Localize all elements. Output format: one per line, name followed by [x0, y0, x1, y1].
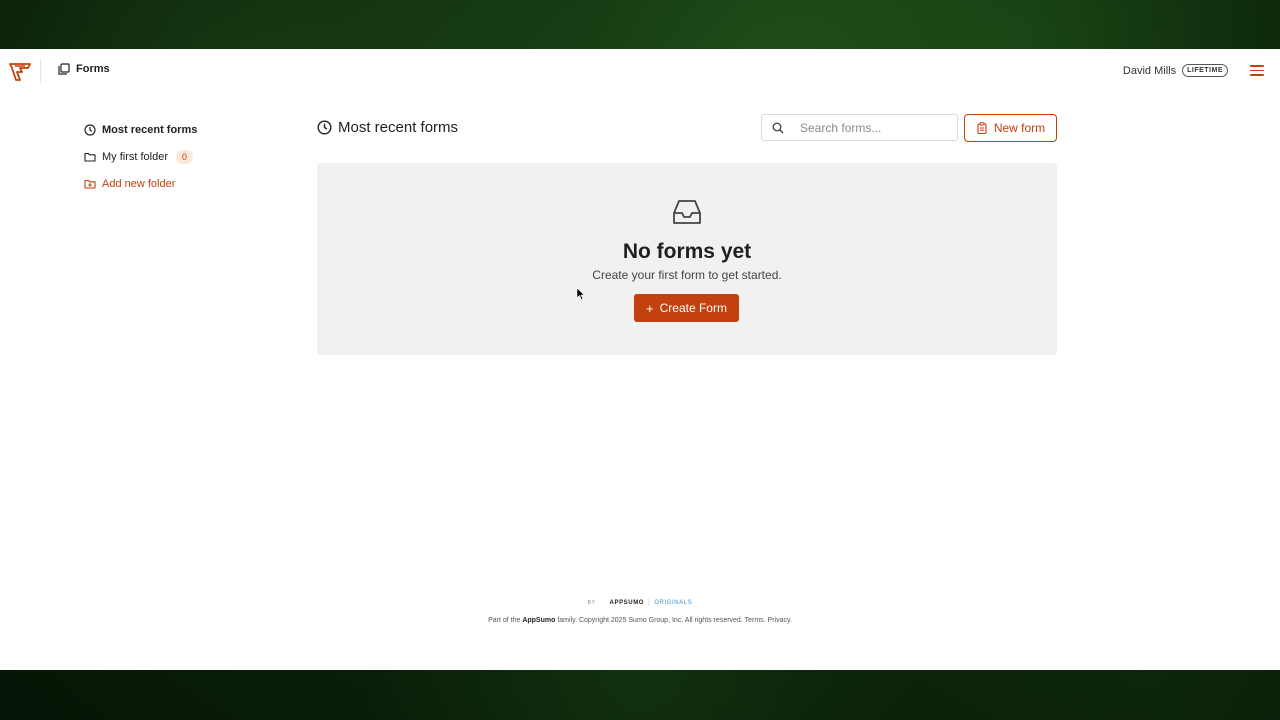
- user-menu[interactable]: David Mills LIFETIME: [1123, 64, 1228, 77]
- sidebar-item-label: Add new folder: [102, 178, 176, 190]
- app-title[interactable]: Forms: [58, 63, 110, 75]
- search-icon: [772, 122, 784, 133]
- app-window: Forms David Mills LIFETIME Most recent f…: [0, 49, 1280, 670]
- clipboard-icon: [977, 122, 987, 134]
- hamburger-menu-icon[interactable]: [1250, 65, 1264, 77]
- footer-text-brand: AppSumo: [522, 617, 556, 624]
- footer-separator: |: [648, 600, 651, 606]
- search-box[interactable]: [761, 114, 958, 141]
- forms-stack-icon: [58, 63, 70, 75]
- page-title-label: Most recent forms: [338, 119, 459, 136]
- sidebar-item-most-recent[interactable]: Most recent forms: [84, 122, 264, 138]
- new-form-button[interactable]: New form: [964, 114, 1057, 142]
- plan-badge: LIFETIME: [1182, 64, 1228, 77]
- folder-count-badge: 0: [176, 150, 194, 164]
- plus-icon: +: [646, 300, 654, 316]
- clock-icon: [317, 120, 332, 135]
- appsumo-logo[interactable]: APPSUMO: [610, 600, 645, 606]
- sidebar-item-label: Most recent forms: [102, 124, 198, 136]
- sidebar: Most recent forms My first folder 0 Add …: [84, 122, 264, 203]
- footer-text-prefix: Part of the: [488, 617, 523, 624]
- create-form-label: Create Form: [659, 301, 727, 315]
- empty-state-title: No forms yet: [622, 240, 752, 263]
- top-bar: Forms David Mills LIFETIME: [0, 49, 1280, 93]
- add-new-folder-link[interactable]: Add new folder: [84, 176, 264, 192]
- sidebar-item-my-first-folder[interactable]: My first folder 0: [84, 149, 264, 165]
- mouse-cursor-icon: [576, 287, 585, 300]
- create-form-button[interactable]: + Create Form: [634, 294, 739, 322]
- empty-state-panel: No forms yet Create your first form to g…: [317, 163, 1057, 355]
- footer-brand: BY APPSUMO | ORIGINALS: [0, 600, 1280, 606]
- user-name: David Mills: [1122, 64, 1177, 77]
- topbar-divider: [40, 59, 41, 83]
- clock-icon: [84, 124, 96, 136]
- folder-plus-icon: [84, 179, 96, 189]
- originals-label: ORIGINALS: [654, 600, 693, 606]
- folder-icon: [84, 152, 96, 162]
- search-input[interactable]: [798, 119, 952, 136]
- empty-state-subtitle: Create your first form to get started.: [592, 268, 782, 282]
- page-title: Most recent forms: [317, 119, 458, 136]
- footer-by: BY: [587, 600, 596, 606]
- footer-copyright: Part of the AppSumo family. Copyright 20…: [0, 617, 1280, 624]
- inbox-icon: [673, 200, 701, 224]
- new-form-label: New form: [993, 121, 1046, 135]
- app-logo-icon[interactable]: [9, 62, 31, 82]
- sidebar-item-label: My first folder: [102, 151, 169, 163]
- app-title-label: Forms: [76, 63, 110, 75]
- footer-text-suffix: family. Copyright 2025 Sumo Group, Inc. …: [555, 617, 792, 624]
